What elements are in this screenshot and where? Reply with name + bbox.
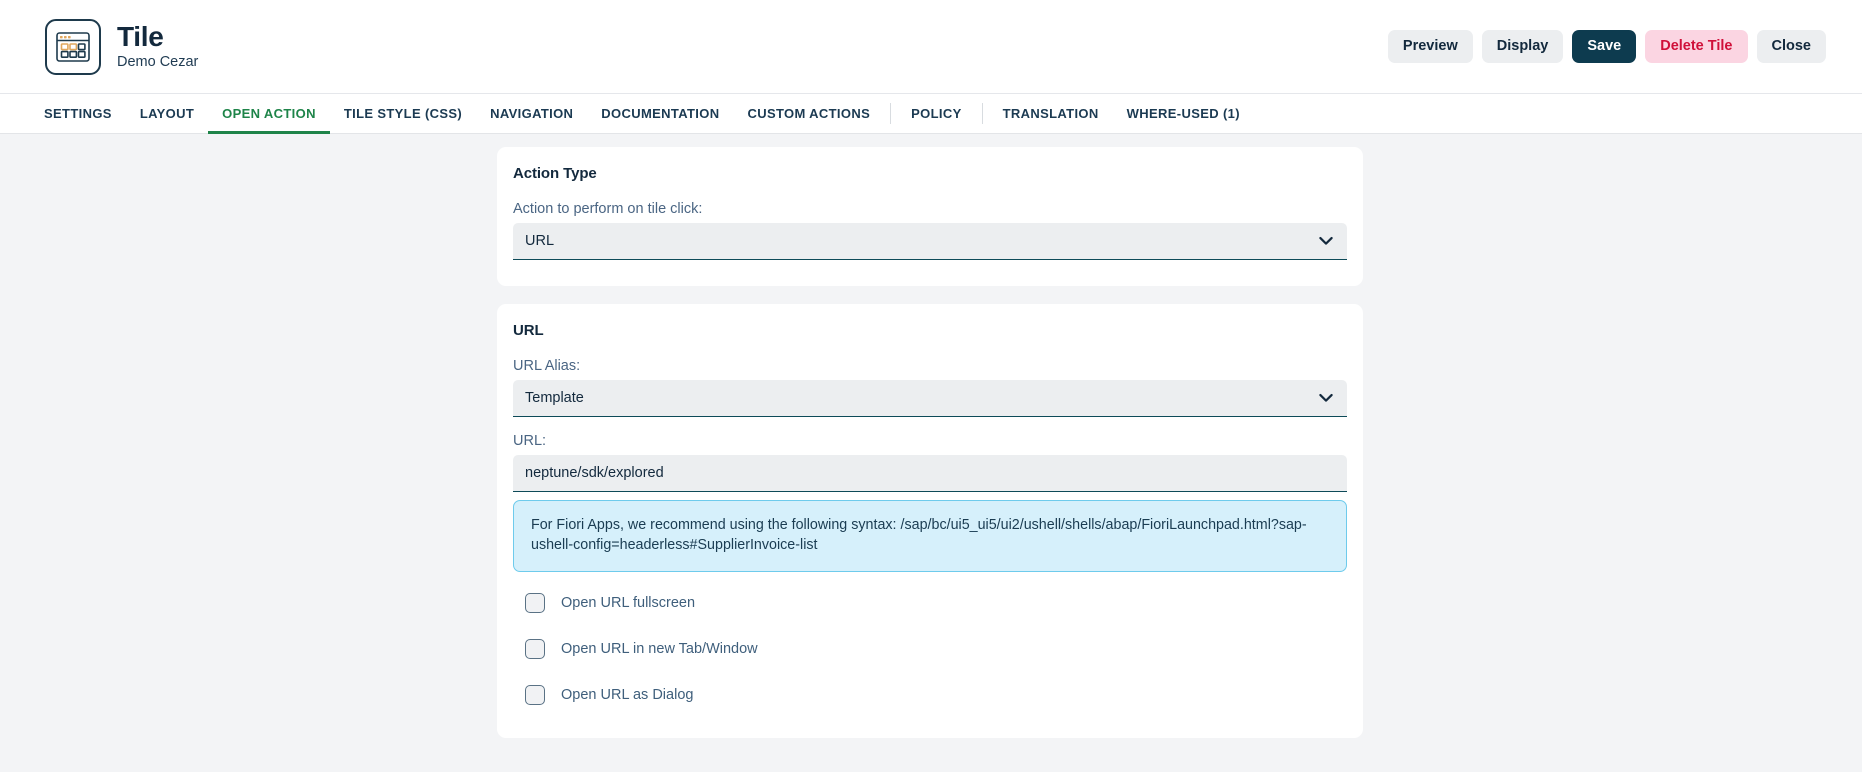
- checkbox-label-open-url-dialog: Open URL as Dialog: [561, 686, 694, 703]
- page-body: Action Type Action to perform on tile cl…: [0, 134, 1862, 772]
- app-header: Tile Demo Cezar Preview Display Save Del…: [0, 0, 1862, 94]
- tab-navigation[interactable]: NAVIGATION: [476, 94, 587, 133]
- action-type-select-wrap: URL: [513, 223, 1347, 260]
- tab-where-used[interactable]: WHERE-USED (1): [1113, 94, 1254, 133]
- tile-grid-window-icon: [45, 18, 101, 75]
- url-alias-label: URL Alias:: [513, 358, 581, 374]
- close-button[interactable]: Close: [1756, 30, 1826, 63]
- page-subtitle: Demo Cezar: [117, 54, 199, 70]
- tab-tile-style-css[interactable]: TILE STYLE (CSS): [330, 94, 476, 133]
- tab-documentation[interactable]: DOCUMENTATION: [587, 94, 733, 133]
- display-button[interactable]: Display: [1481, 30, 1564, 63]
- checkbox-open-url-fullscreen[interactable]: [525, 592, 545, 613]
- checkbox-open-url-new-tab[interactable]: [525, 638, 545, 659]
- url-label: URL:: [513, 433, 547, 449]
- tab-layout[interactable]: LAYOUT: [126, 94, 208, 133]
- preview-button[interactable]: Preview: [1387, 30, 1473, 63]
- tab-separator: [890, 103, 892, 124]
- checkbox-row-open-url-new-tab[interactable]: Open URL in new Tab/Window: [513, 626, 1347, 672]
- brand: Tile Demo Cezar: [45, 18, 199, 75]
- action-type-card-title: Action Type: [513, 165, 597, 182]
- checkbox-label-open-url-new-tab: Open URL in new Tab/Window: [561, 640, 758, 657]
- header-actions: Preview Display Save Delete Tile Close: [1387, 30, 1826, 63]
- checkbox-open-url-dialog[interactable]: [525, 684, 545, 705]
- tab-bar: SETTINGS LAYOUT OPEN ACTION TILE STYLE (…: [0, 94, 1862, 134]
- action-type-select[interactable]: URL: [513, 223, 1347, 260]
- content-column: Action Type Action to perform on tile cl…: [497, 147, 1363, 738]
- action-type-card: Action Type Action to perform on tile cl…: [497, 147, 1363, 286]
- tab-policy[interactable]: POLICY: [897, 94, 976, 133]
- delete-tile-button[interactable]: Delete Tile: [1645, 30, 1748, 63]
- checkbox-row-open-url-fullscreen[interactable]: Open URL fullscreen: [513, 580, 1347, 626]
- url-alias-select-wrap: Template: [513, 380, 1347, 417]
- brand-text: Tile Demo Cezar: [117, 20, 199, 72]
- tab-custom-actions[interactable]: CUSTOM ACTIONS: [733, 94, 884, 133]
- tab-translation[interactable]: TRANSLATION: [989, 94, 1113, 133]
- action-type-field-label: Action to perform on tile click:: [513, 201, 703, 217]
- url-alias-select[interactable]: Template: [513, 380, 1347, 417]
- url-input[interactable]: [513, 455, 1347, 492]
- tab-separator: [981, 103, 983, 124]
- page-title: Tile: [117, 20, 164, 52]
- tab-settings[interactable]: SETTINGS: [30, 94, 126, 133]
- checkbox-label-open-url-fullscreen: Open URL fullscreen: [561, 594, 696, 611]
- url-card: URL URL Alias: Template URL: For Fiori A…: [497, 304, 1363, 738]
- url-syntax-info-box: For Fiori Apps, we recommend using the f…: [513, 500, 1347, 572]
- tab-open-action[interactable]: OPEN ACTION: [208, 94, 330, 134]
- url-card-title: URL: [513, 322, 544, 339]
- save-button[interactable]: Save: [1572, 30, 1637, 63]
- checkbox-row-open-url-dialog[interactable]: Open URL as Dialog: [513, 672, 1347, 718]
